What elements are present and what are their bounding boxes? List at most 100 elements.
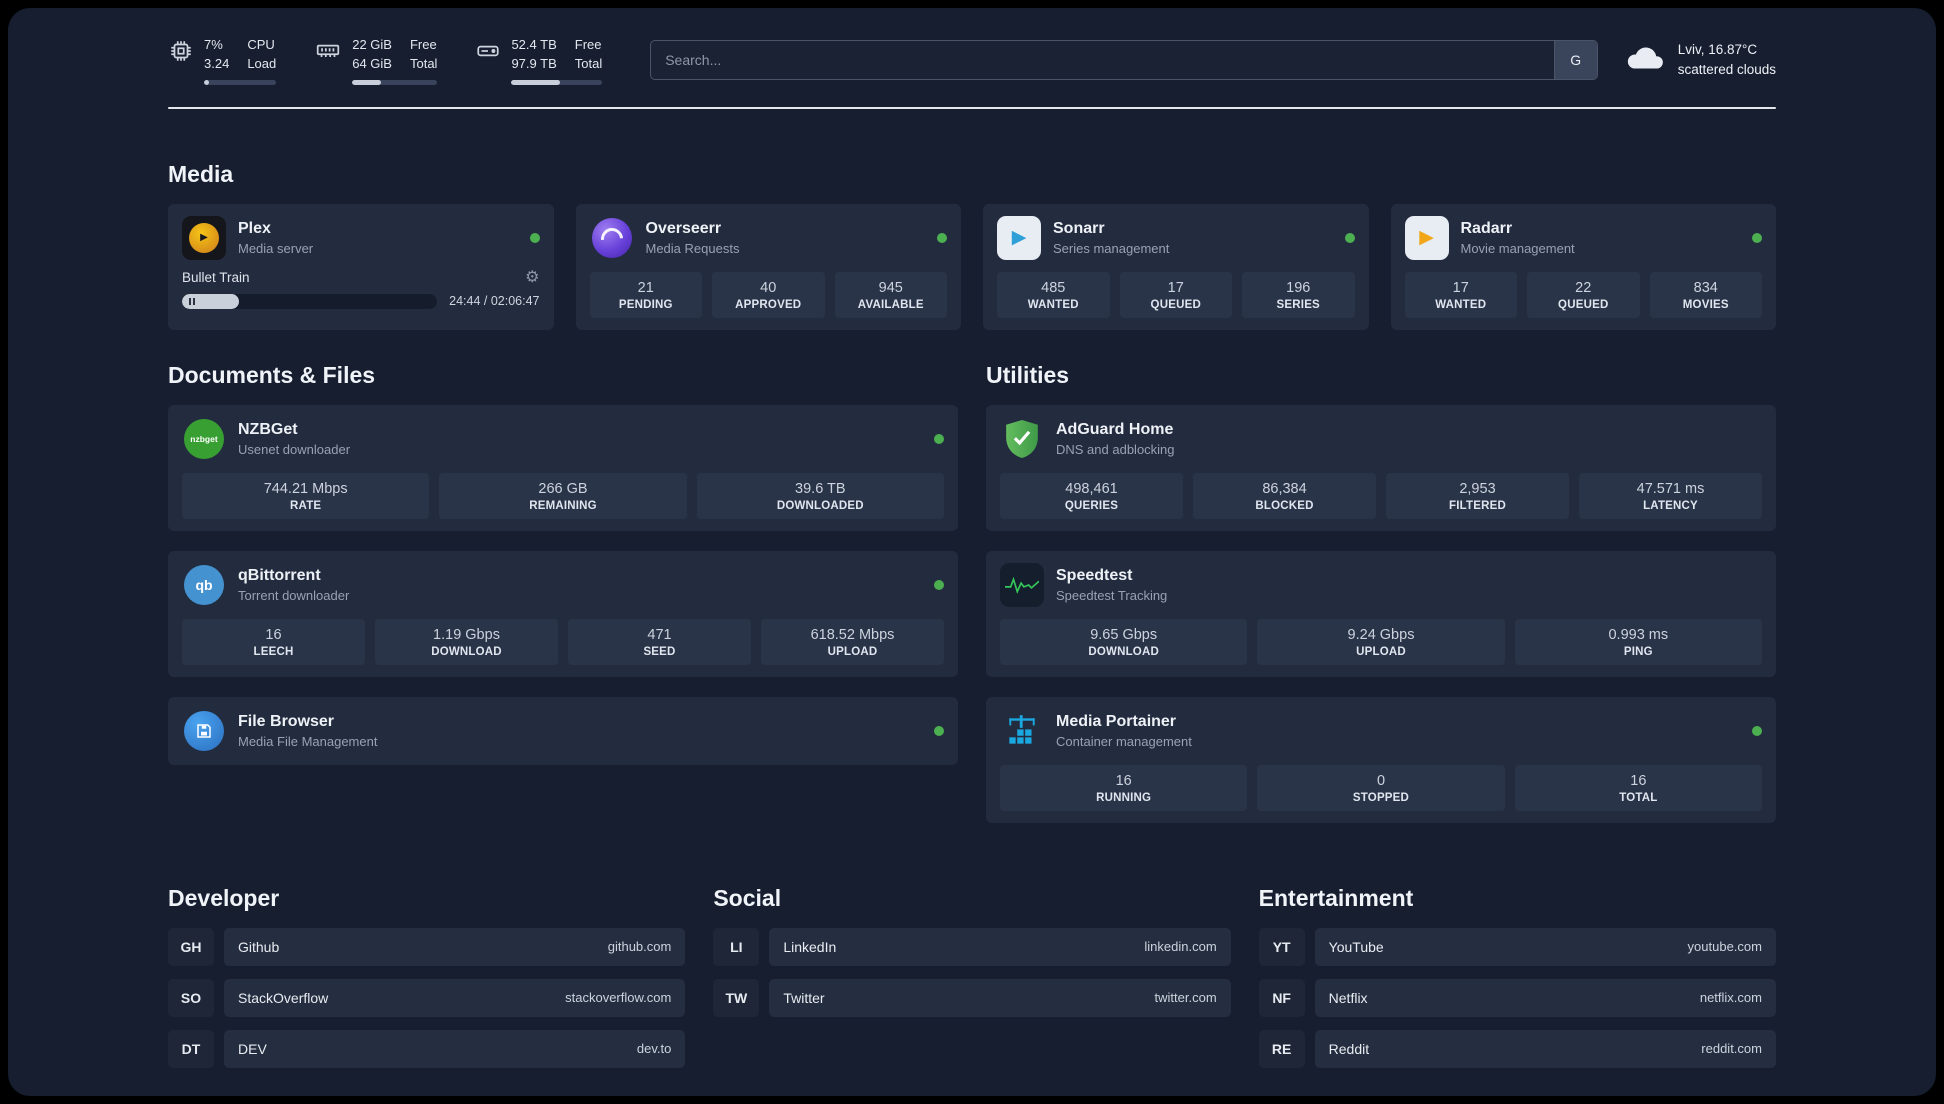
stat-value: 9.24 Gbps (1347, 626, 1415, 643)
stat-label: DOWNLOAD (1088, 645, 1159, 658)
app-name: Sonarr (1053, 219, 1105, 237)
stat-queries: 498,461 QUERIES (1000, 472, 1183, 519)
bookmark-stackoverflow[interactable]: SO StackOverflow stackoverflow.com (168, 978, 686, 1017)
stat-value: 86,384 (1262, 480, 1307, 497)
gear-icon[interactable]: ⚙ (525, 269, 539, 286)
stat-pending: 21 PENDING (589, 271, 702, 318)
overseerr-icon (590, 216, 634, 260)
radarr-card[interactable]: ▶ Radarr Movie management 17 WANTED 22 Q… (1390, 203, 1776, 330)
bookmark-name: Twitter (783, 989, 825, 1006)
bookmark-twitter[interactable]: TW Twitter twitter.com (713, 978, 1231, 1017)
bookmark-url: stackoverflow.com (565, 990, 672, 1006)
social-section-title: Social (713, 884, 782, 911)
status-dot (934, 579, 944, 590)
header-divider (168, 106, 1776, 109)
plex-card[interactable]: ▶ Plex Media server Bullet Train ⚙ 24:44… (168, 203, 554, 330)
bookmark-reddit[interactable]: RE Reddit reddit.com (1258, 1029, 1776, 1068)
cpu-icon (168, 38, 194, 69)
playback-progress-fill (182, 293, 239, 309)
utilities-section-title: Utilities (986, 361, 1070, 388)
stat-seed: 471 SEED (568, 618, 751, 665)
qbittorrent-icon: qb (182, 563, 226, 607)
disk-icon (475, 38, 501, 69)
playback-progress-bar[interactable] (182, 293, 438, 309)
play-icon: ▶ (1419, 227, 1434, 249)
app-name: File Browser (238, 712, 335, 730)
stat-label: SEED (643, 645, 676, 658)
bookmark-youtube[interactable]: YT YouTube youtube.com (1258, 927, 1776, 966)
app-name: NZBGet (238, 420, 298, 438)
disk-label-2: Total (574, 55, 603, 71)
bookmark-dev[interactable]: DT DEV dev.to (168, 1029, 686, 1068)
disk-label-1: Free (574, 37, 602, 52)
stat-value: 16 (1115, 772, 1132, 789)
stat-value: 1.19 Gbps (433, 626, 500, 643)
stat-stopped: 0 STOPPED (1257, 764, 1505, 811)
overseerr-card[interactable]: Overseerr Media Requests 21 PENDING 40 A… (575, 203, 961, 330)
stat-label: RUNNING (1096, 791, 1152, 804)
stat-label: REMAINING (529, 499, 597, 512)
stat-value: 16 (265, 626, 282, 643)
search-input[interactable] (651, 41, 1554, 80)
cpu-percent: 7% (204, 37, 223, 52)
app-subtitle: Torrent downloader (238, 587, 350, 603)
nzbget-icon: nzbget (182, 417, 226, 461)
stat-value: 0 (1376, 772, 1386, 789)
stat-value: 47.571 ms (1636, 480, 1705, 497)
radarr-icon: ▶ (1404, 215, 1449, 260)
stat-upload: 618.52 Mbps UPLOAD (761, 618, 944, 665)
ram-usage-fill (352, 79, 382, 85)
cpu-label-2: Load (247, 55, 277, 71)
app-subtitle: Container management (1056, 733, 1192, 749)
bookmark-abbr: TW (713, 978, 760, 1017)
qbittorrent-card[interactable]: qb qBittorrent Torrent downloader 16 LEE… (168, 550, 958, 677)
status-dot (1752, 232, 1762, 243)
bookmark-linkedin[interactable]: LI LinkedIn linkedin.com (713, 927, 1231, 966)
sonarr-card[interactable]: ▶ Sonarr Series management 485 WANTED 17… (983, 203, 1369, 330)
ram-label-1: Free (409, 37, 437, 52)
app-name: Radarr (1460, 219, 1513, 237)
developer-section: Developer GH Github github.com SO StackO… (168, 885, 686, 1081)
stat-series: 196 SERIES (1242, 271, 1355, 318)
bookmark-url: netflix.com (1699, 990, 1762, 1006)
stat-label: LEECH (253, 645, 294, 658)
bookmark-abbr: LI (713, 927, 760, 966)
nzbget-card[interactable]: nzbget NZBGet Usenet downloader 744.21 M… (168, 404, 958, 531)
cloud-icon (1624, 43, 1666, 78)
bookmark-abbr: RE (1258, 1029, 1305, 1068)
disk-usage-bar (511, 79, 603, 85)
stat-value: 16 (1630, 772, 1647, 789)
stat-value: 485 (1041, 279, 1066, 296)
app-subtitle: Speedtest Tracking (1056, 587, 1168, 603)
bookmark-name: Netflix (1328, 989, 1368, 1006)
speedtest-card[interactable]: Speedtest Speedtest Tracking 9.65 Gbps D… (986, 550, 1776, 677)
weather-location: Lviv, 16.87°C (1677, 42, 1758, 58)
ram-label-2: Total (409, 55, 438, 71)
bookmark-name: DEV (238, 1040, 267, 1057)
portainer-card[interactable]: Media Portainer Container management 16 … (986, 696, 1776, 823)
disk-metric: 52.4 TB 97.9 TB Free Total (475, 36, 603, 85)
bookmark-github[interactable]: GH Github github.com (168, 927, 686, 966)
entertainment-section: Entertainment YT YouTube youtube.com NF … (1258, 885, 1776, 1081)
stat-value: 618.52 Mbps (810, 626, 895, 643)
bookmark-abbr: SO (168, 978, 214, 1017)
adguard-card[interactable]: AdGuard Home DNS and adblocking 498,461 … (986, 404, 1776, 531)
stat-value: 40 (760, 279, 777, 296)
now-playing-title: Bullet Train (182, 270, 250, 286)
utilities-section: Utilities AdGuard Home DNS and adblockin… (986, 362, 1776, 823)
bookmark-netflix[interactable]: NF Netflix netflix.com (1258, 978, 1776, 1017)
documents-section: Documents & Files nzbget NZBGet Usenet d… (168, 362, 958, 765)
stat-value: 196 (1286, 279, 1311, 296)
status-dot (934, 433, 944, 444)
status-dot (529, 232, 540, 243)
filebrowser-card[interactable]: File Browser Media File Management (168, 696, 958, 765)
search-bar: G (650, 40, 1598, 81)
stat-label: BLOCKED (1255, 499, 1314, 512)
app-name: qBittorrent (238, 566, 321, 584)
stat-queued: 22 QUEUED (1527, 271, 1640, 318)
stat-value: 471 (647, 626, 672, 643)
search-engine-button[interactable]: G (1553, 41, 1597, 80)
pause-icon[interactable] (189, 297, 195, 305)
weather-widget: Lviv, 16.87°C scattered clouds (1624, 40, 1776, 81)
stat-label: PENDING (618, 298, 673, 311)
